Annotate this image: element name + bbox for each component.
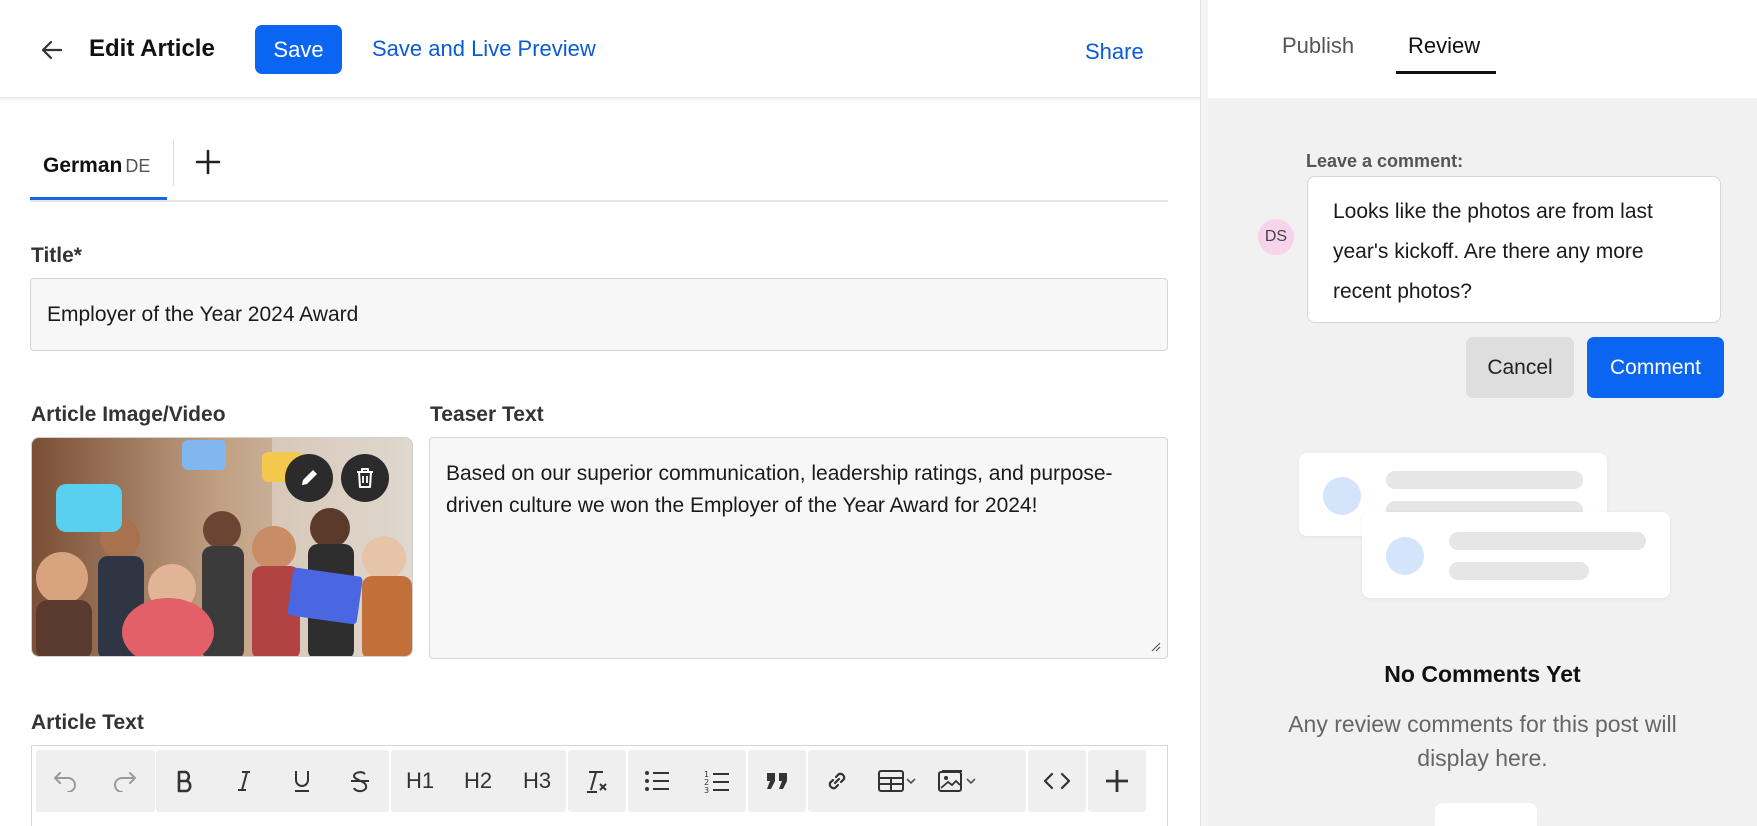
tab-divider xyxy=(173,140,174,186)
teaser-textarea[interactable]: Based on our superior communication, lea… xyxy=(429,437,1168,659)
placeholder-line xyxy=(1386,471,1583,489)
table-icon[interactable] xyxy=(868,750,926,812)
teaser-text: Based on our superior communication, lea… xyxy=(446,462,1113,517)
article-image xyxy=(31,437,413,657)
save-live-preview-link[interactable]: Save and Live Preview xyxy=(372,36,596,62)
title-label: Title* xyxy=(31,244,82,267)
comment-button[interactable]: Comment xyxy=(1587,337,1724,398)
underline-icon[interactable] xyxy=(273,750,331,812)
language-name: German xyxy=(43,154,123,177)
italic-icon[interactable] xyxy=(215,750,273,812)
numbered-list-icon[interactable]: 123 xyxy=(688,750,746,812)
back-arrow-icon[interactable] xyxy=(36,34,68,66)
title-input[interactable] xyxy=(30,278,1168,351)
language-code: DE xyxy=(125,156,151,176)
empty-state-description: Any review comments for this post will d… xyxy=(1288,711,1677,771)
tab-review[interactable]: Review xyxy=(1408,33,1480,59)
tab-german[interactable]: German DE xyxy=(30,140,167,200)
bullet-list-icon[interactable] xyxy=(628,750,686,812)
resize-grip-icon[interactable] xyxy=(1149,640,1161,652)
article-text-label: Article Text xyxy=(31,711,144,734)
placeholder-card xyxy=(1362,512,1670,598)
heading-2-button[interactable]: H2 xyxy=(449,750,507,812)
tab-publish[interactable]: Publish xyxy=(1282,33,1354,59)
link-icon[interactable] xyxy=(808,750,866,812)
language-tabs: German DE xyxy=(30,140,1168,202)
editor-header: Edit Article Save Save and Live Preview … xyxy=(0,0,1200,98)
delete-trash-icon[interactable] xyxy=(341,454,389,502)
code-icon[interactable] xyxy=(1028,750,1086,812)
comment-label: Leave a comment: xyxy=(1306,151,1464,171)
comment-textarea[interactable]: Looks like the photos are from last year… xyxy=(1307,176,1721,323)
undo-icon[interactable] xyxy=(36,750,94,812)
placeholder-avatar xyxy=(1386,537,1424,575)
placeholder-avatar xyxy=(1323,477,1361,515)
rich-text-toolbar: H1 H2 H3 123 xyxy=(31,745,1168,826)
page-title: Edit Article xyxy=(89,35,215,62)
heading-1-button[interactable]: H1 xyxy=(391,750,449,812)
image-icon[interactable] xyxy=(928,750,986,812)
add-language-plus-icon[interactable] xyxy=(190,144,226,180)
review-tabs: Publish Review xyxy=(1208,0,1757,98)
teaser-label: Teaser Text xyxy=(430,403,544,426)
placeholder-line xyxy=(1449,562,1589,580)
save-button[interactable]: Save xyxy=(255,25,342,74)
share-link[interactable]: Share xyxy=(1085,39,1144,65)
review-panel: Publish Review Leave a comment: DS Looks… xyxy=(1208,0,1757,826)
cancel-button[interactable]: Cancel xyxy=(1466,337,1574,398)
strikethrough-icon[interactable] xyxy=(331,750,389,812)
edit-pencil-icon[interactable] xyxy=(285,454,333,502)
panel-divider xyxy=(1200,0,1208,826)
avatar: DS xyxy=(1258,219,1294,255)
insert-plus-icon[interactable] xyxy=(1088,750,1146,812)
redo-icon[interactable] xyxy=(96,750,154,812)
placeholder-line xyxy=(1449,532,1646,550)
svg-text:3: 3 xyxy=(704,786,709,793)
scroll-peek-element xyxy=(1435,803,1537,826)
empty-state-title: No Comments Yet xyxy=(1384,661,1581,687)
active-tab-indicator xyxy=(1396,71,1496,74)
media-label: Article Image/Video xyxy=(31,403,226,426)
clear-format-icon[interactable] xyxy=(568,750,626,812)
heading-3-button[interactable]: H3 xyxy=(508,750,566,812)
article-editor: Edit Article Save Save and Live Preview … xyxy=(0,0,1200,826)
quote-icon[interactable] xyxy=(748,750,806,812)
bold-icon[interactable] xyxy=(156,750,214,812)
